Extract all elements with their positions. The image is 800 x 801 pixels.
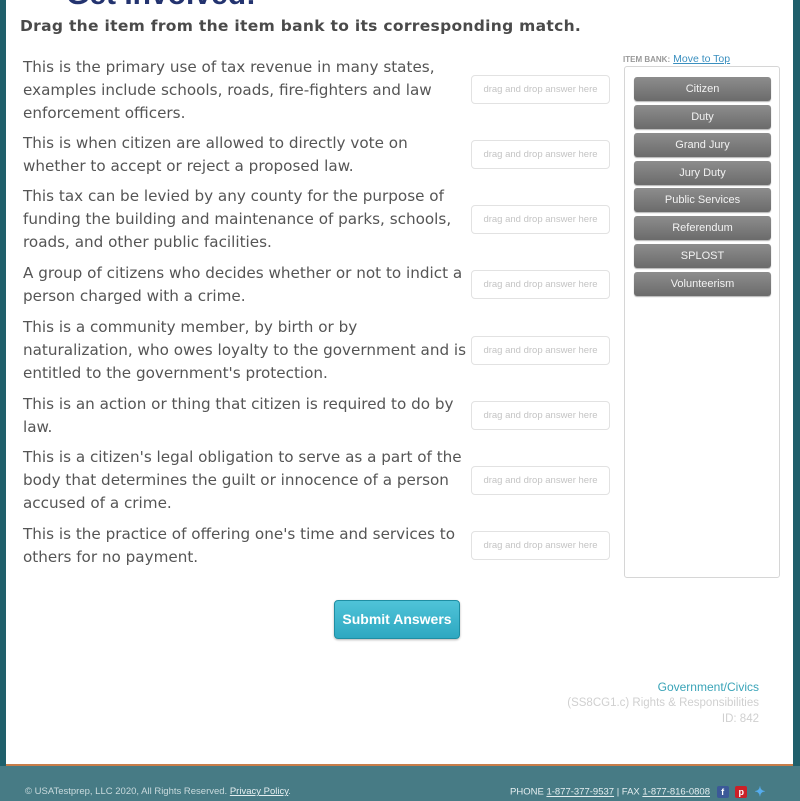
submit-answers-button[interactable]: Submit Answers <box>334 600 460 639</box>
bank-item-referendum[interactable]: Referendum <box>634 216 771 240</box>
dropzone-4[interactable]: drag and drop answer here <box>471 270 610 299</box>
dropzone-3[interactable]: drag and drop answer here <box>471 205 610 234</box>
question-id: ID: 842 <box>721 713 759 725</box>
bank-item-grand-jury[interactable]: Grand Jury <box>634 133 771 157</box>
footer-contact: PHONE 1-877-377-9537 | FAX 1-877-816-080… <box>510 785 766 798</box>
question-1: This is the primary use of tax revenue i… <box>23 58 435 122</box>
instruction-text: Drag the item from the item bank to its … <box>20 17 582 35</box>
phone-label: PHONE <box>510 786 544 798</box>
item-bank: Citizen Duty Grand Jury Jury Duty Public… <box>624 66 780 578</box>
bank-item-splost[interactable]: SPLOST <box>634 244 771 268</box>
period: . <box>288 786 291 797</box>
bank-item-duty[interactable]: Duty <box>634 105 771 129</box>
item-bank-label: ITEM BANK: <box>623 55 671 64</box>
dropzone-5[interactable]: drag and drop answer here <box>471 336 610 365</box>
subject-link[interactable]: Government/Civics <box>658 680 759 694</box>
move-to-top-link[interactable]: Move to Top <box>673 53 730 65</box>
fax-link[interactable]: 1-877-816-0808 <box>642 787 710 798</box>
question-7: This is a citizen's legal obligation to … <box>23 448 462 512</box>
question-6: This is an action or thing that citizen … <box>23 395 454 436</box>
phone-link[interactable]: 1-877-377-9537 <box>546 787 614 798</box>
facebook-icon[interactable]: f <box>716 786 729 798</box>
dropzone-7[interactable]: drag and drop answer here <box>471 466 610 495</box>
bank-item-jury-duty[interactable]: Jury Duty <box>634 161 771 185</box>
copyright-text: © USATestprep, LLC 2020, All Rights Rese… <box>25 786 228 797</box>
bank-item-citizen[interactable]: Citizen <box>634 77 771 101</box>
question-4: A group of citizens who decides whether … <box>23 264 463 305</box>
dropzone-1[interactable]: drag and drop answer here <box>471 75 610 104</box>
page-title: Get Involved! <box>66 0 256 12</box>
question-2: This is when citizen are allowed to dire… <box>23 134 408 175</box>
item-bank-header: ITEM BANK: Move to Top <box>623 53 730 65</box>
question-3: This tax can be levied by any county for… <box>23 187 452 251</box>
twitter-icon[interactable]: ✦ <box>754 785 766 798</box>
dropzone-2[interactable]: drag and drop answer here <box>471 140 610 169</box>
bank-item-public-services[interactable]: Public Services <box>634 188 771 212</box>
question-5: This is a community member, by birth or … <box>23 318 467 382</box>
bank-item-volunteerism[interactable]: Volunteerism <box>634 272 771 296</box>
pinterest-icon[interactable]: p <box>735 786 748 798</box>
privacy-policy-link[interactable]: Privacy Policy <box>230 786 288 797</box>
footer-copyright: © USATestprep, LLC 2020, All Rights Rese… <box>25 786 291 797</box>
dropzone-8[interactable]: drag and drop answer here <box>471 531 610 560</box>
question-card: Get Involved! Drag the item from the ite… <box>6 0 793 766</box>
fax-label: | FAX <box>616 786 640 798</box>
dropzone-6[interactable]: drag and drop answer here <box>471 401 610 430</box>
standard-label: (SS8CG1.c) Rights & Responsibilities <box>567 697 759 709</box>
question-8: This is the practice of offering one's t… <box>23 525 456 566</box>
right-border <box>793 0 800 766</box>
